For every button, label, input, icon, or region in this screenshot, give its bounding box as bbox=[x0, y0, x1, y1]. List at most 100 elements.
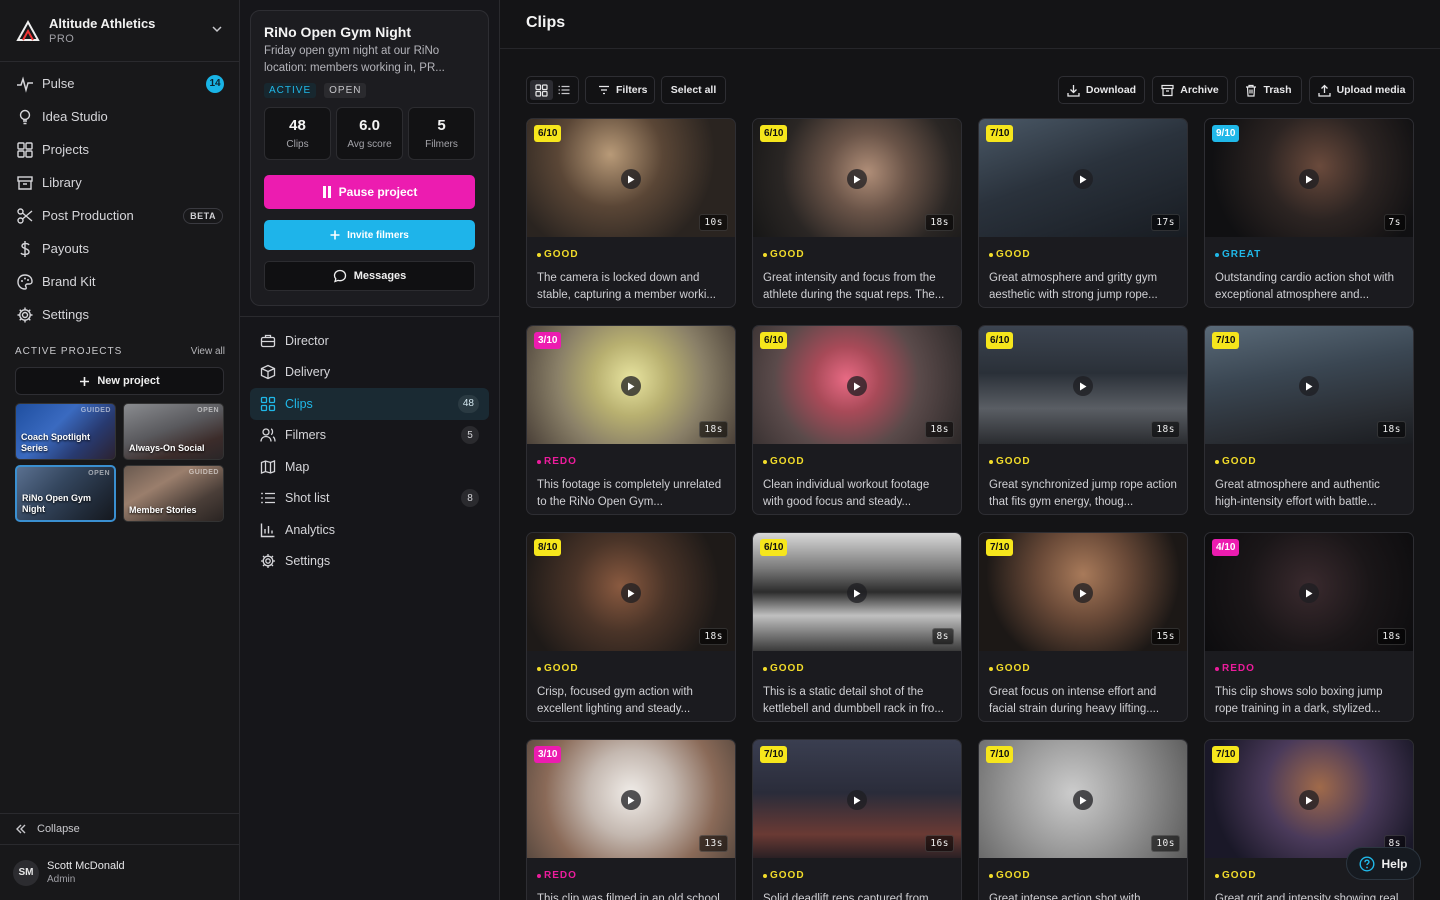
messages-button[interactable]: Messages bbox=[264, 261, 475, 291]
clip-thumbnail[interactable]: 4/10 18s bbox=[1205, 533, 1413, 651]
status-badge-active: ACTIVE bbox=[264, 83, 317, 98]
clip-card[interactable]: 6/10 18s GOOD Great intensity and focus fro… bbox=[752, 118, 962, 308]
nav-item-brand-kit[interactable]: Brand Kit bbox=[0, 265, 239, 298]
clip-thumbnail[interactable]: 3/10 13s bbox=[527, 740, 735, 858]
clip-thumbnail[interactable]: 7/10 16s bbox=[753, 740, 961, 858]
archive-label: Archive bbox=[1180, 84, 1219, 96]
archive-button[interactable]: Archive bbox=[1152, 76, 1228, 104]
clip-card[interactable]: 7/10 17s GOOD Great atmosphere and gritty g… bbox=[978, 118, 1188, 308]
rating-text: GOOD bbox=[996, 456, 1031, 467]
play-button[interactable] bbox=[847, 583, 867, 603]
clip-thumbnail[interactable]: 6/10 10s bbox=[527, 119, 735, 237]
workspace-switcher[interactable]: Altitude Athletics PRO bbox=[0, 0, 239, 62]
clip-thumbnail[interactable]: 7/10 8s bbox=[1205, 740, 1413, 858]
rating-dot bbox=[989, 873, 993, 878]
play-button[interactable] bbox=[1073, 169, 1093, 189]
project-card-member-stories[interactable]: GUIDED Member Stories bbox=[123, 465, 224, 522]
clip-thumbnail[interactable]: 7/10 15s bbox=[979, 533, 1187, 651]
project-nav-analytics[interactable]: Analytics bbox=[250, 514, 489, 546]
project-card-always-on-social[interactable]: OPEN Always-On Social bbox=[123, 403, 224, 460]
play-button[interactable] bbox=[621, 583, 641, 603]
project-name: Member Stories bbox=[129, 505, 197, 515]
clip-thumbnail[interactable]: 6/10 18s bbox=[979, 326, 1187, 444]
play-button[interactable] bbox=[621, 790, 641, 810]
rating-label: GOOD bbox=[763, 663, 961, 674]
clip-card[interactable]: 6/10 18s GOOD Clean individual workout foot… bbox=[752, 325, 962, 515]
play-button[interactable] bbox=[1073, 583, 1093, 603]
project-nav-clips[interactable]: Clips 48 bbox=[250, 388, 489, 420]
clip-card[interactable]: 9/10 7s GREAT Outstanding cardio action sho… bbox=[1204, 118, 1414, 308]
grid-view-button[interactable] bbox=[530, 80, 553, 100]
play-button[interactable] bbox=[847, 790, 867, 810]
new-project-button[interactable]: New project bbox=[15, 367, 224, 395]
play-icon bbox=[628, 589, 635, 597]
project-card-rino-open-gym[interactable]: OPEN RiNo Open Gym Night bbox=[15, 465, 116, 522]
clip-card[interactable]: 8/10 18s GOOD Crisp, focused gym action wit… bbox=[526, 532, 736, 722]
play-button[interactable] bbox=[1299, 583, 1319, 603]
clip-card[interactable]: 6/10 18s GOOD Great synchronized jump rope … bbox=[978, 325, 1188, 515]
clip-card[interactable]: 6/10 8s GOOD This is a static detail shot o… bbox=[752, 532, 962, 722]
trash-button[interactable]: Trash bbox=[1235, 76, 1302, 104]
clip-thumbnail[interactable]: 9/10 7s bbox=[1205, 119, 1413, 237]
rating-text: REDO bbox=[1222, 663, 1255, 674]
project-nav-shot-list[interactable]: Shot list 8 bbox=[250, 483, 489, 515]
help-button[interactable]: Help bbox=[1346, 847, 1421, 880]
play-button[interactable] bbox=[1299, 790, 1319, 810]
play-button[interactable] bbox=[1073, 376, 1093, 396]
play-button[interactable] bbox=[621, 169, 641, 189]
package-icon bbox=[260, 364, 276, 380]
clip-card[interactable]: 6/10 10s GOOD The camera is locked down and… bbox=[526, 118, 736, 308]
project-nav-delivery[interactable]: Delivery bbox=[250, 357, 489, 389]
project-stats: 48 Clips 6.0 Avg score 5 Filmers bbox=[264, 107, 475, 160]
nav-item-settings[interactable]: Settings bbox=[0, 298, 239, 331]
clip-card[interactable]: 7/10 18s GOOD Great atmosphere and authenti… bbox=[1204, 325, 1414, 515]
invite-filmers-button[interactable]: Invite filmers bbox=[264, 220, 475, 250]
clip-thumbnail[interactable]: 7/10 17s bbox=[979, 119, 1187, 237]
clip-thumbnail[interactable]: 6/10 18s bbox=[753, 326, 961, 444]
play-button[interactable] bbox=[621, 376, 641, 396]
rating-text: GREAT bbox=[1222, 249, 1262, 260]
download-button[interactable]: Download bbox=[1058, 76, 1145, 104]
nav-item-pulse[interactable]: Pulse 14 bbox=[0, 67, 239, 100]
clip-card[interactable]: 7/10 10s GOOD Great intense action shot wit… bbox=[978, 739, 1188, 900]
clip-card[interactable]: 3/10 18s REDO This footage is completely un… bbox=[526, 325, 736, 515]
project-nav-director[interactable]: Director bbox=[250, 325, 489, 357]
grid-icon bbox=[260, 396, 276, 412]
select-all-button[interactable]: Select all bbox=[661, 76, 726, 104]
clip-thumbnail[interactable]: 6/10 18s bbox=[753, 119, 961, 237]
clip-thumbnail[interactable]: 7/10 18s bbox=[1205, 326, 1413, 444]
play-icon bbox=[854, 175, 861, 183]
clip-card[interactable]: 7/10 15s GOOD Great focus on intense effort… bbox=[978, 532, 1188, 722]
list-view-button[interactable] bbox=[553, 80, 576, 100]
play-button[interactable] bbox=[847, 169, 867, 189]
clip-thumbnail[interactable]: 7/10 10s bbox=[979, 740, 1187, 858]
nav-item-library[interactable]: Library bbox=[0, 166, 239, 199]
play-button[interactable] bbox=[1299, 169, 1319, 189]
clip-thumbnail[interactable]: 8/10 18s bbox=[527, 533, 735, 651]
play-button[interactable] bbox=[1299, 376, 1319, 396]
pause-project-button[interactable]: Pause project bbox=[264, 175, 475, 209]
view-all-link[interactable]: View all bbox=[191, 346, 225, 357]
filters-button[interactable]: Filters bbox=[585, 76, 655, 104]
nav-item-payouts[interactable]: Payouts bbox=[0, 232, 239, 265]
score-badge: 7/10 bbox=[986, 125, 1014, 142]
project-nav-map[interactable]: Map bbox=[250, 451, 489, 483]
clip-card[interactable]: 4/10 18s REDO This clip shows solo boxing j… bbox=[1204, 532, 1414, 722]
nav-item-post-production[interactable]: Post Production BETA bbox=[0, 199, 239, 232]
clip-thumbnail[interactable]: 3/10 18s bbox=[527, 326, 735, 444]
upload-media-button[interactable]: Upload media bbox=[1309, 76, 1414, 104]
project-nav-filmers[interactable]: Filmers 5 bbox=[250, 420, 489, 452]
project-nav-settings[interactable]: Settings bbox=[250, 546, 489, 578]
duration-badge: 18s bbox=[699, 628, 728, 645]
clip-thumbnail[interactable]: 6/10 8s bbox=[753, 533, 961, 651]
user-profile[interactable]: SM Scott McDonald Admin bbox=[13, 859, 125, 886]
collapse-sidebar-button[interactable]: Collapse bbox=[0, 813, 239, 845]
clip-card[interactable]: 3/10 13s REDO This clip was filmed in an ol… bbox=[526, 739, 736, 900]
play-button[interactable] bbox=[1073, 790, 1093, 810]
project-card-coach-spotlight[interactable]: GUIDED Coach Spotlight Series bbox=[15, 403, 116, 460]
nav-item-projects[interactable]: Projects bbox=[0, 133, 239, 166]
duration-badge: 17s bbox=[1151, 214, 1180, 231]
clip-card[interactable]: 7/10 16s GOOD Solid deadlift reps captured … bbox=[752, 739, 962, 900]
play-button[interactable] bbox=[847, 376, 867, 396]
nav-item-idea-studio[interactable]: Idea Studio bbox=[0, 100, 239, 133]
